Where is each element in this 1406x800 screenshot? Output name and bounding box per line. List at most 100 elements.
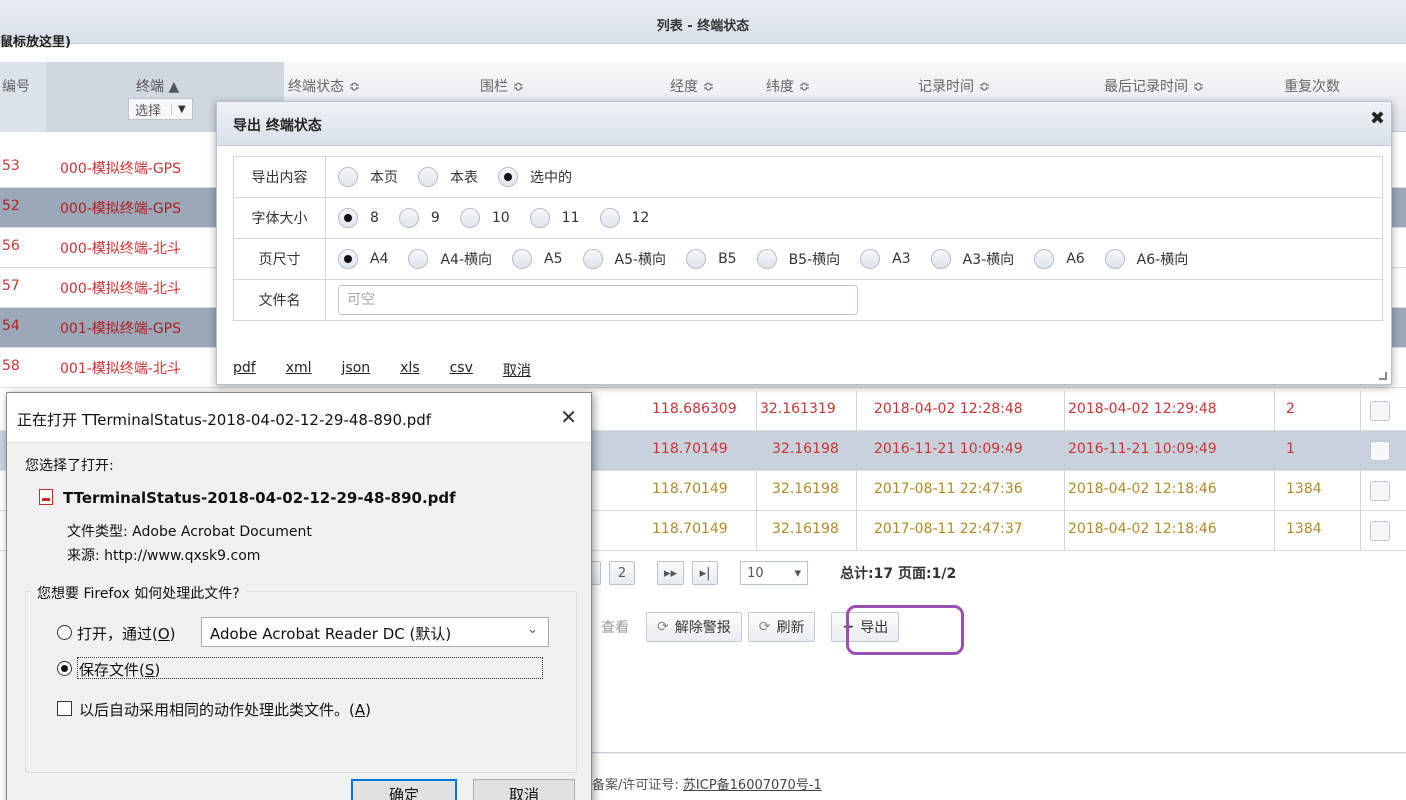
font-size-option[interactable]: 10 <box>459 208 510 228</box>
footer: 备案/许可证号: 苏ICP备16007070号-1 <box>592 774 822 793</box>
radio-button[interactable] <box>756 249 777 269</box>
radio-button[interactable] <box>338 167 358 187</box>
column-header-repeat[interactable]: 重复次数 <box>1284 76 1340 96</box>
column-header-lng[interactable]: 经度 ≎ <box>670 76 714 96</box>
cell-record-time: 2017-08-11 22:47:37 <box>874 521 1023 537</box>
column-divider <box>1274 391 1275 431</box>
cell-lat: 32.161319 <box>760 401 836 417</box>
radio-button[interactable] <box>1034 249 1055 269</box>
cell-id: 52 <box>2 198 20 214</box>
row-checkbox[interactable] <box>1370 521 1390 541</box>
page-size-option[interactable]: A6 <box>1034 249 1085 269</box>
resize-handle[interactable] <box>1379 372 1387 380</box>
column-header-lat[interactable]: 纬度 ≎ <box>766 76 810 96</box>
icp-link[interactable]: 苏ICP备16007070号-1 <box>683 778 822 793</box>
cell-terminal: 000-模拟终端-GPS <box>60 201 182 217</box>
radio-button[interactable] <box>408 249 429 269</box>
open-with-app-select[interactable]: Adobe Acrobat Reader DC (默认) ⌄ <box>201 617 549 647</box>
auto-close: ) <box>365 701 371 719</box>
font-size-option[interactable]: 8 <box>338 208 379 228</box>
radio-group: 本页 本表 选中的 <box>338 167 1382 187</box>
column-header-status[interactable]: 终端状态 ≎ <box>288 76 360 96</box>
chosen-label: 您选择了打开: <box>25 458 114 474</box>
close-icon[interactable]: ✕ <box>560 405 577 429</box>
refresh-icon: ⟳ <box>758 619 771 635</box>
page-header-bar: 列表 - 终端状态 鼠标放这里) <box>0 0 1406 50</box>
view-button[interactable]: 查看 <box>590 612 640 642</box>
radio-button[interactable] <box>398 208 419 228</box>
header-shade <box>0 62 46 132</box>
radio-button[interactable] <box>338 208 358 228</box>
radio-button[interactable] <box>512 249 533 269</box>
save-file-radio[interactable] <box>57 661 72 676</box>
page-size-option[interactable]: A5 <box>512 249 563 269</box>
cell-last-record-time: 2016-11-21 10:09:49 <box>1068 441 1217 457</box>
radio-button[interactable] <box>582 249 603 269</box>
ok-button[interactable]: 确定 <box>351 779 457 800</box>
page-size-option[interactable]: B5 <box>686 249 737 269</box>
column-header-id[interactable]: 编号 <box>2 76 30 96</box>
page-size-select[interactable]: 10 ▾ <box>740 561 809 585</box>
page-size-options: A4 A4-横向 A5 A5-横向 B5 B5-横向 A3 A3-横向 A6 A6-横向 <box>325 238 1383 280</box>
radio-button[interactable] <box>1104 249 1125 269</box>
page-size-option[interactable]: B5-横向 <box>756 249 840 269</box>
page-size-option[interactable]: A4-横向 <box>408 249 492 269</box>
font-size-option[interactable]: 12 <box>599 208 649 228</box>
radio-button[interactable] <box>498 167 518 187</box>
font-size-option-label: 9 <box>430 210 440 226</box>
refresh-button[interactable]: ⟳ 刷新 <box>747 612 816 642</box>
radio-button[interactable] <box>338 249 358 269</box>
cell-record-time: 2018-04-02 12:28:48 <box>874 401 1023 417</box>
export-link[interactable]: pdf <box>233 360 256 380</box>
row-checkbox[interactable] <box>1370 441 1390 461</box>
terminal-filter-select[interactable]: 选择 ▼ <box>128 98 193 120</box>
font-size-option[interactable]: 11 <box>529 208 580 228</box>
column-divider <box>1064 471 1065 511</box>
radio-button[interactable] <box>930 249 951 269</box>
row-checkbox[interactable] <box>1370 481 1390 501</box>
next-page-icon[interactable]: ▸▸ <box>657 561 685 585</box>
column-divider <box>1064 511 1065 551</box>
column-header-record-time[interactable]: 记录时间 ≎ <box>918 76 990 96</box>
pager: 1 2 ▸▸ ▸| 10 ▾ 总计:17 页面:1/2 <box>575 556 956 590</box>
column-header-terminal[interactable]: 终端 ▲ <box>136 76 179 96</box>
selected-app: Adobe Acrobat Reader DC (默认) <box>210 625 452 643</box>
firefox-download-dialog: 正在打开 TTerminalStatus-2018-04-02-12-29-48… <box>6 392 592 800</box>
radio-button[interactable] <box>860 249 881 269</box>
filename-input[interactable] <box>338 285 858 315</box>
export-link[interactable]: xls <box>400 360 419 380</box>
row-checkbox[interactable] <box>1370 401 1390 421</box>
export-content-option[interactable]: 选中的 <box>498 167 572 187</box>
radio-button[interactable] <box>686 249 707 269</box>
export-content-option[interactable]: 本页 <box>338 167 398 187</box>
radio-button[interactable] <box>418 167 438 187</box>
column-header-fence[interactable]: 围栏 ≎ <box>480 76 524 96</box>
export-link[interactable]: 取消 <box>503 360 531 380</box>
page-size-option-label: B5 <box>718 251 737 267</box>
page-size-option[interactable]: A3-横向 <box>930 249 1014 269</box>
export-content-options: 本页 本表 选中的 <box>325 156 1383 198</box>
last-page-icon[interactable]: ▸| <box>692 561 719 585</box>
page-size-option[interactable]: A6-横向 <box>1104 249 1189 269</box>
page-size-option[interactable]: A5-横向 <box>582 249 666 269</box>
font-size-option[interactable]: 9 <box>398 208 440 228</box>
export-link[interactable]: json <box>342 360 371 380</box>
export-link[interactable]: csv <box>450 360 473 380</box>
clear-alarm-button[interactable]: ⟳ 解除警报 <box>646 612 742 642</box>
open-with-accesskey: O <box>157 625 170 643</box>
export-content-option[interactable]: 本表 <box>418 167 478 187</box>
export-link[interactable]: xml <box>286 360 312 380</box>
radio-button[interactable] <box>459 208 480 228</box>
page-size-option[interactable]: A3 <box>860 249 911 269</box>
cell-id: 56 <box>2 238 20 254</box>
page-size-option[interactable]: A4 <box>338 249 388 269</box>
page-size-option-label: A6-横向 <box>1136 252 1189 268</box>
page-2-button[interactable]: 2 <box>609 561 635 585</box>
auto-action-checkbox[interactable] <box>57 701 72 716</box>
radio-button[interactable] <box>529 208 550 228</box>
column-header-last-record-time[interactable]: 最后记录时间 ≎ <box>1104 76 1204 96</box>
radio-button[interactable] <box>599 208 620 228</box>
open-with-radio[interactable] <box>57 625 72 640</box>
close-icon[interactable]: ✖ <box>1370 108 1385 129</box>
cancel-button[interactable]: 取消 <box>473 779 575 800</box>
